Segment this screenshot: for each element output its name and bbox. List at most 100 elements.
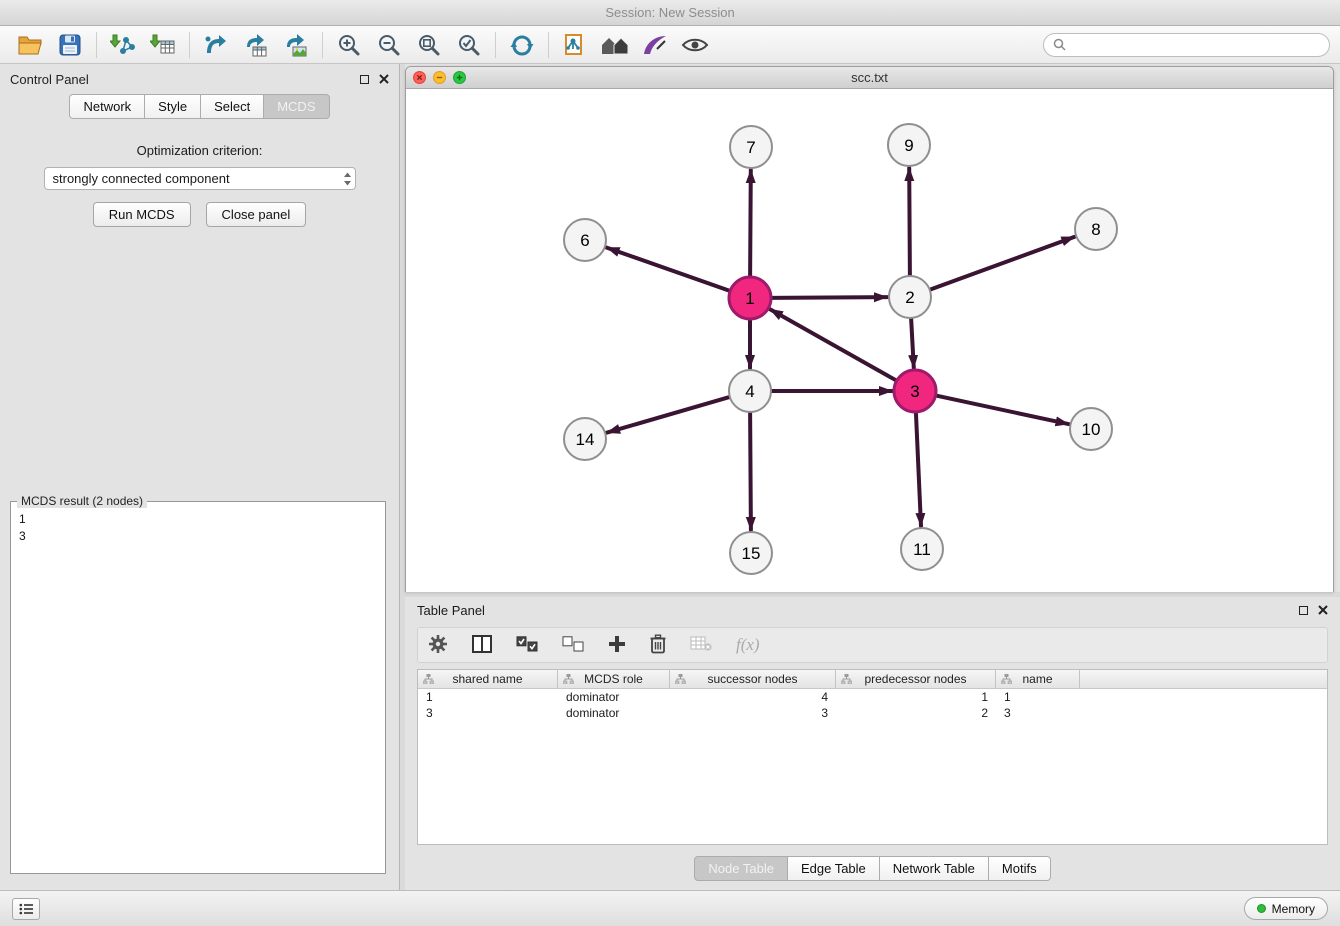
graph-node-11[interactable]: 11 bbox=[901, 528, 943, 570]
network-window-titlebar[interactable]: scc.txt bbox=[406, 67, 1333, 89]
export-network-button[interactable] bbox=[196, 29, 236, 61]
search-input[interactable] bbox=[1072, 38, 1320, 52]
run-mcds-button[interactable]: Run MCDS bbox=[93, 202, 191, 227]
checked-boxes-icon bbox=[516, 636, 538, 652]
tab-node-table[interactable]: Node Table bbox=[694, 856, 788, 881]
graph-node-10[interactable]: 10 bbox=[1070, 408, 1112, 450]
graph-edge-1-2[interactable] bbox=[771, 297, 887, 298]
optimization-criterion-label: Optimization criterion: bbox=[0, 143, 399, 158]
tab-select[interactable]: Select bbox=[201, 94, 264, 119]
deselect-all-button[interactable] bbox=[562, 636, 584, 655]
zoom-fit-button[interactable] bbox=[409, 29, 449, 61]
table-settings-button[interactable] bbox=[428, 634, 448, 657]
sort-icon[interactable] bbox=[1001, 674, 1012, 684]
task-history-button[interactable] bbox=[12, 898, 40, 920]
table-row[interactable]: 1dominator411 bbox=[418, 689, 1327, 705]
column-header-mcds-role[interactable]: MCDS role bbox=[558, 670, 670, 688]
graph-node-4[interactable]: 4 bbox=[729, 370, 771, 412]
toolbar-separator bbox=[96, 32, 97, 58]
delete-table-button[interactable] bbox=[690, 635, 712, 655]
tab-motifs[interactable]: Motifs bbox=[989, 856, 1051, 881]
tab-network-table[interactable]: Network Table bbox=[880, 856, 989, 881]
tab-mcds[interactable]: MCDS bbox=[264, 94, 329, 119]
table-cell: 1 bbox=[996, 689, 1080, 705]
export-table-button[interactable] bbox=[236, 29, 276, 61]
sort-icon[interactable] bbox=[675, 674, 686, 684]
close-table-panel-icon[interactable] bbox=[1318, 605, 1328, 615]
import-network-button[interactable] bbox=[103, 29, 143, 61]
export-image-button[interactable] bbox=[276, 29, 316, 61]
graph-edge-2-3[interactable] bbox=[911, 318, 914, 368]
graph-edge-3-1[interactable] bbox=[770, 309, 897, 380]
column-header-predecessor-nodes[interactable]: predecessor nodes bbox=[836, 670, 996, 688]
column-header-label: name bbox=[1022, 672, 1052, 686]
column-header-name[interactable]: name bbox=[996, 670, 1080, 688]
optimization-criterion-select[interactable]: strongly connected component bbox=[44, 167, 356, 190]
column-header-shared-name[interactable]: shared name bbox=[418, 670, 558, 688]
control-panel: Control Panel Network Style Select MCDS … bbox=[0, 64, 400, 890]
delete-column-button[interactable] bbox=[650, 634, 666, 657]
network-graph[interactable]: 7 9 6 8 1 2 4 3 14 10 15 11 bbox=[406, 89, 1333, 592]
save-session-button[interactable] bbox=[50, 29, 90, 61]
close-panel-icon[interactable] bbox=[379, 74, 389, 84]
function-builder-button[interactable]: f(x) bbox=[736, 635, 760, 655]
graph-node-6[interactable]: 6 bbox=[564, 219, 606, 261]
trash-icon bbox=[650, 634, 666, 654]
close-window-icon[interactable] bbox=[413, 71, 426, 84]
table-panel-title: Table Panel bbox=[417, 603, 485, 618]
minimize-window-icon[interactable] bbox=[433, 71, 446, 84]
maximize-window-icon[interactable] bbox=[453, 71, 466, 84]
first-neighbors-button[interactable] bbox=[555, 29, 595, 61]
svg-text:2: 2 bbox=[905, 288, 914, 307]
show-columns-button[interactable] bbox=[472, 635, 492, 656]
graph-node-15[interactable]: 15 bbox=[730, 532, 772, 574]
select-all-button[interactable] bbox=[516, 636, 538, 655]
table-cell: 3 bbox=[996, 705, 1080, 721]
zoom-selected-button[interactable] bbox=[449, 29, 489, 61]
import-table-button[interactable] bbox=[143, 29, 183, 61]
svg-text:15: 15 bbox=[742, 544, 761, 563]
zoom-in-icon bbox=[337, 33, 361, 57]
graph-edge-1-6[interactable] bbox=[607, 248, 731, 291]
zoom-in-button[interactable] bbox=[329, 29, 369, 61]
sort-icon[interactable] bbox=[563, 674, 574, 684]
graph-node-9[interactable]: 9 bbox=[888, 124, 930, 166]
close-panel-button[interactable]: Close panel bbox=[206, 202, 307, 227]
tab-network[interactable]: Network bbox=[69, 94, 145, 119]
graphics-details-button[interactable] bbox=[595, 29, 635, 61]
graph-node-7[interactable]: 7 bbox=[730, 126, 772, 168]
style-paint-button[interactable] bbox=[635, 29, 675, 61]
table-row[interactable]: 3dominator323 bbox=[418, 705, 1327, 721]
float-table-panel-icon[interactable] bbox=[1299, 606, 1308, 615]
svg-text:7: 7 bbox=[746, 138, 755, 157]
apply-layout-button[interactable] bbox=[502, 29, 542, 61]
tab-edge-table[interactable]: Edge Table bbox=[788, 856, 880, 881]
add-column-button[interactable] bbox=[608, 635, 626, 656]
graph-node-1[interactable]: 1 bbox=[729, 277, 771, 319]
column-header-successor-nodes[interactable]: successor nodes bbox=[670, 670, 836, 688]
graph-edge-4-14[interactable] bbox=[607, 397, 730, 433]
memory-button[interactable]: Memory bbox=[1244, 897, 1328, 920]
graph-edge-1-7[interactable] bbox=[750, 170, 751, 277]
search-box[interactable] bbox=[1043, 33, 1330, 57]
sort-icon[interactable] bbox=[423, 674, 434, 684]
table-cell: dominator bbox=[558, 689, 670, 705]
plus-icon bbox=[608, 635, 626, 653]
sort-icon[interactable] bbox=[841, 674, 852, 684]
graph-edge-3-10[interactable] bbox=[936, 395, 1069, 424]
graph-node-14[interactable]: 14 bbox=[564, 418, 606, 460]
graph-edge-4-15[interactable] bbox=[750, 412, 751, 530]
zoom-out-button[interactable] bbox=[369, 29, 409, 61]
open-session-button[interactable] bbox=[10, 29, 50, 61]
network-canvas[interactable]: 7 9 6 8 1 2 4 3 14 10 15 11 bbox=[406, 89, 1333, 592]
tab-style[interactable]: Style bbox=[145, 94, 201, 119]
graph-node-3[interactable]: 3 bbox=[894, 370, 936, 412]
graph-node-2[interactable]: 2 bbox=[889, 276, 931, 318]
table-cell: 1 bbox=[418, 689, 558, 705]
graph-edge-3-11[interactable] bbox=[916, 412, 921, 526]
graph-node-8[interactable]: 8 bbox=[1075, 208, 1117, 250]
float-panel-icon[interactable] bbox=[360, 75, 369, 84]
graph-edge-2-8[interactable] bbox=[930, 237, 1075, 290]
graph-edge-2-9[interactable] bbox=[909, 168, 910, 276]
eye-button[interactable] bbox=[675, 29, 715, 61]
